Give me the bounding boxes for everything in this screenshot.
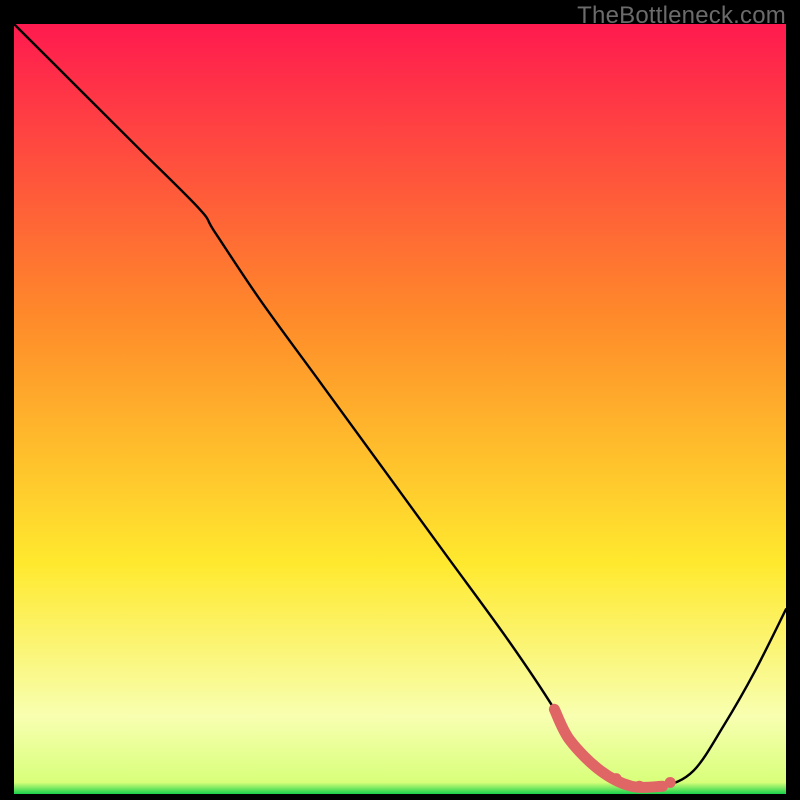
highlight-dot — [611, 773, 622, 784]
chart-frame — [14, 24, 786, 794]
watermark-text: TheBottleneck.com — [577, 2, 786, 30]
highlight-dot — [634, 781, 645, 792]
bottleneck-chart — [14, 24, 786, 794]
highlight-dot — [665, 777, 676, 788]
